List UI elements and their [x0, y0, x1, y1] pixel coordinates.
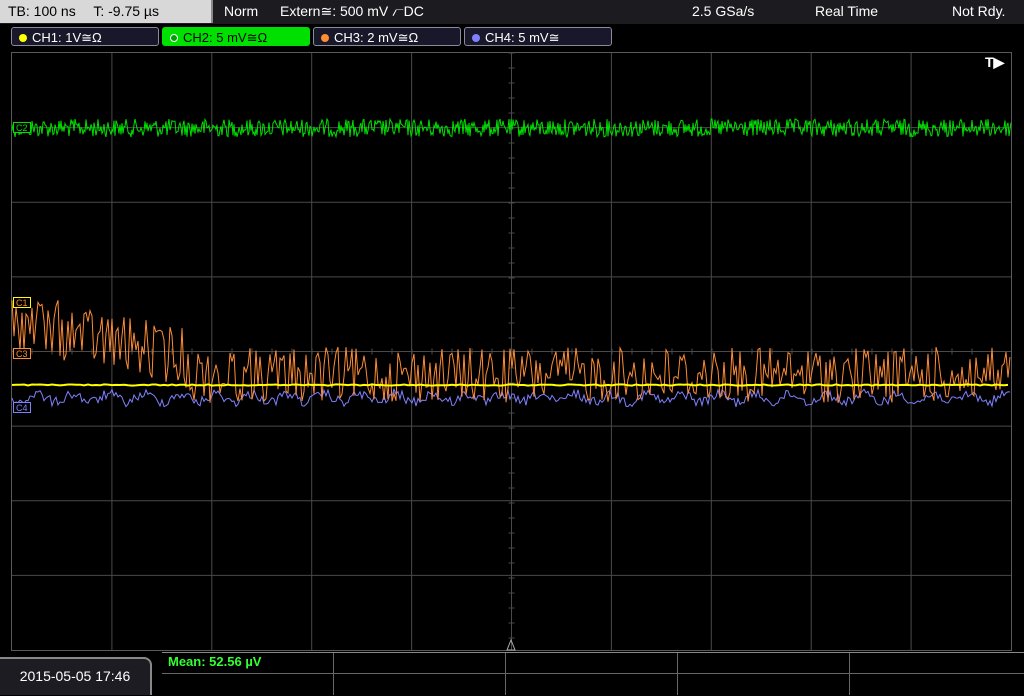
- trigger-indicator: T▶: [985, 54, 1005, 70]
- measurement-table[interactable]: [162, 652, 1024, 696]
- ch3-offset-marker[interactable]: C3: [13, 348, 31, 359]
- waveform-canvas: [11, 52, 1012, 651]
- ch1-offset-marker[interactable]: C1: [13, 297, 31, 308]
- ch1-waveform: [11, 383, 1009, 387]
- ch4-offset-marker[interactable]: C4: [13, 402, 31, 413]
- mean-measurement: Mean: 52.56 µV: [168, 654, 262, 669]
- ch2-offset-marker[interactable]: C2: [13, 122, 31, 133]
- graticule: [11, 52, 1011, 650]
- datetime-box: 2015-05-05 17:46: [0, 657, 152, 695]
